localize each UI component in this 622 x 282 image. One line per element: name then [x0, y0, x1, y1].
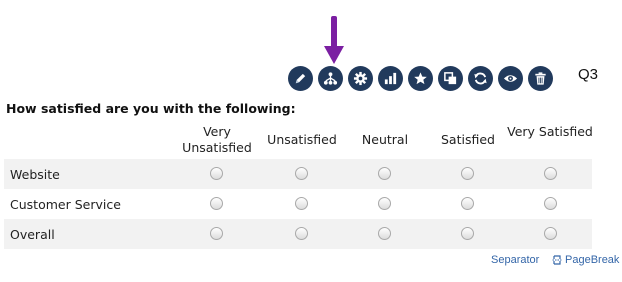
column-header-very-satisfied: Very Satisfied: [507, 124, 593, 139]
eye-icon: [503, 75, 518, 82]
separator-link[interactable]: Separator: [491, 254, 539, 266]
bar-chart-icon: [384, 72, 397, 85]
column-header-unsatisfied: Unsatisfied: [267, 132, 337, 147]
matrix-row: Website: [4, 159, 592, 189]
row-label: Website: [10, 167, 60, 182]
matrix-row: Customer Service: [4, 189, 592, 219]
radio-option[interactable]: [295, 197, 308, 210]
radio-option[interactable]: [378, 167, 391, 180]
pointer-arrow: [324, 16, 344, 64]
question-title: How satisfied are you with the following…: [6, 101, 296, 116]
question-number: Q3: [578, 66, 599, 83]
skip-logic-button[interactable]: [318, 66, 343, 91]
radio-option[interactable]: [544, 197, 557, 210]
matrix-row: Overall: [4, 219, 592, 249]
pagebreak-label: PageBreak: [565, 254, 620, 266]
radio-option[interactable]: [295, 167, 308, 180]
row-label: Customer Service: [10, 197, 121, 212]
refresh-icon: [474, 72, 487, 85]
refresh-button[interactable]: [468, 66, 493, 91]
radio-option[interactable]: [210, 227, 223, 240]
reports-button[interactable]: [378, 66, 403, 91]
question-toolbar: [288, 66, 553, 91]
radio-option[interactable]: [461, 167, 474, 180]
row-label: Overall: [10, 227, 55, 242]
preview-button[interactable]: [498, 66, 523, 91]
column-header-neutral: Neutral: [361, 132, 409, 147]
gear-icon: [353, 71, 368, 86]
pagebreak-icon: [552, 255, 562, 265]
column-header-satisfied: Satisfied: [441, 132, 495, 147]
radio-option[interactable]: [378, 227, 391, 240]
favorite-button[interactable]: [408, 66, 433, 91]
settings-button[interactable]: [348, 66, 373, 91]
radio-option[interactable]: [378, 197, 391, 210]
copy-icon: [444, 72, 457, 85]
delete-button[interactable]: [528, 66, 553, 91]
pencil-icon: [295, 73, 306, 84]
column-header-very-unsatisfied: Very Unsatisfied: [182, 124, 252, 155]
branch-icon: [323, 72, 338, 85]
matrix-header: Very Unsatisfied Unsatisfied Neutral Sat…: [0, 124, 622, 158]
radio-option[interactable]: [295, 227, 308, 240]
radio-option[interactable]: [210, 197, 223, 210]
trash-icon: [535, 72, 546, 85]
radio-option[interactable]: [461, 227, 474, 240]
edit-button[interactable]: [288, 66, 313, 91]
radio-option[interactable]: [544, 227, 557, 240]
copy-button[interactable]: [438, 66, 463, 91]
radio-option[interactable]: [544, 167, 557, 180]
radio-option[interactable]: [210, 167, 223, 180]
star-icon: [414, 72, 427, 85]
pagebreak-link[interactable]: PageBreak: [552, 254, 619, 266]
radio-option[interactable]: [461, 197, 474, 210]
